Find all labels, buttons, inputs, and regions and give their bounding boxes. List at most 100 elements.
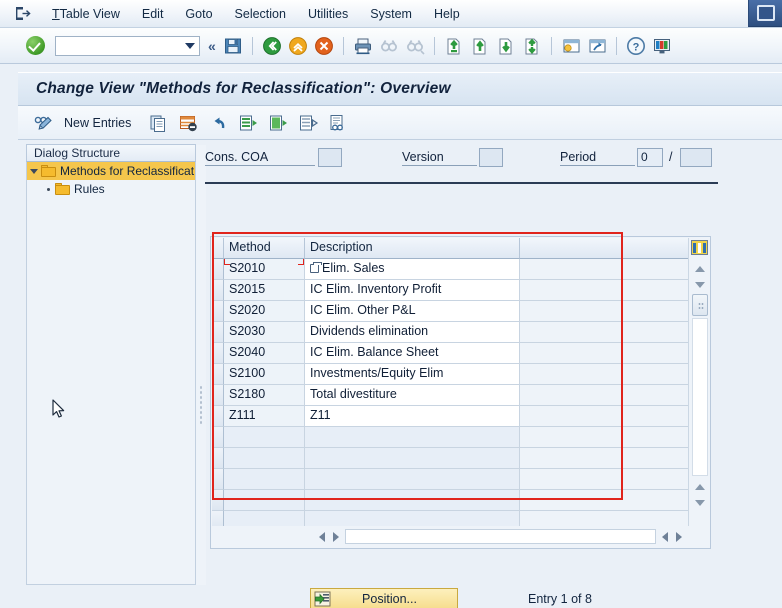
scroll-left-page-icon[interactable] bbox=[658, 530, 672, 543]
details-icon[interactable] bbox=[327, 112, 351, 134]
menu-item-system[interactable]: System bbox=[359, 5, 423, 23]
cell-method[interactable]: S2030 bbox=[224, 322, 305, 343]
row-selector[interactable] bbox=[212, 385, 224, 406]
row-selector[interactable] bbox=[212, 301, 224, 322]
row-selector[interactable] bbox=[212, 364, 224, 385]
cell-description[interactable]: Z11 bbox=[305, 406, 520, 427]
table-row-empty[interactable] bbox=[212, 448, 689, 469]
display-change-glasses-pencil-icon[interactable] bbox=[32, 112, 56, 134]
table-row[interactable]: S2100 Investments/Equity Elim bbox=[212, 364, 689, 385]
select-block-icon[interactable] bbox=[267, 112, 291, 134]
first-page-icon[interactable] bbox=[443, 35, 465, 57]
row-selector[interactable] bbox=[212, 280, 224, 301]
help-icon[interactable]: ? bbox=[625, 35, 647, 57]
menu-item-selection[interactable]: Selection bbox=[224, 5, 297, 23]
column-header-method[interactable]: Method bbox=[224, 238, 305, 259]
cell-method[interactable] bbox=[224, 469, 305, 490]
double-chevron-left-icon[interactable]: « bbox=[208, 38, 216, 54]
print-icon[interactable] bbox=[352, 35, 374, 57]
menu-item-goto[interactable]: Goto bbox=[174, 5, 223, 23]
cell-description[interactable] bbox=[305, 427, 520, 448]
command-field[interactable] bbox=[55, 35, 200, 56]
cell-method[interactable]: S2040 bbox=[224, 343, 305, 364]
scroll-up-page-icon[interactable] bbox=[692, 480, 707, 493]
exit-up-icon[interactable] bbox=[287, 35, 309, 57]
copy-as-icon[interactable] bbox=[147, 112, 171, 134]
table-settings-icon[interactable] bbox=[691, 240, 708, 255]
cell-description[interactable] bbox=[305, 490, 520, 511]
table-row[interactable]: S2015 IC Elim. Inventory Profit bbox=[212, 280, 689, 301]
scroll-down-page-icon[interactable] bbox=[692, 496, 707, 509]
find-next-icon[interactable] bbox=[404, 35, 426, 57]
table-row[interactable]: S2030 Dividends elimination bbox=[212, 322, 689, 343]
cell-method[interactable]: S2010 bbox=[224, 259, 305, 280]
position-button[interactable]: Position... bbox=[310, 588, 458, 608]
row-selector[interactable] bbox=[212, 322, 224, 343]
cell-description[interactable] bbox=[305, 511, 520, 526]
version-input[interactable] bbox=[479, 148, 503, 167]
row-selector[interactable] bbox=[212, 490, 224, 511]
cell-method[interactable]: S2100 bbox=[224, 364, 305, 385]
row-selector[interactable] bbox=[212, 511, 224, 526]
menu-item-utilities[interactable]: Utilities bbox=[297, 5, 359, 23]
cell-description[interactable]: IC Elim. Balance Sheet bbox=[305, 343, 520, 364]
last-page-icon[interactable] bbox=[521, 35, 543, 57]
table-row[interactable]: S2020 IC Elim. Other P&L bbox=[212, 301, 689, 322]
select-all-column-header[interactable] bbox=[212, 238, 224, 259]
cell-description[interactable]: Elim. Sales bbox=[305, 259, 520, 280]
save-icon[interactable] bbox=[222, 35, 244, 57]
table-row-empty[interactable] bbox=[212, 490, 689, 511]
scroll-right-icon[interactable] bbox=[329, 530, 343, 543]
deselect-all-icon[interactable] bbox=[297, 112, 321, 134]
previous-page-icon[interactable] bbox=[469, 35, 491, 57]
triangle-down-icon[interactable] bbox=[27, 168, 41, 174]
exit-icon[interactable] bbox=[14, 6, 31, 21]
cell-method[interactable]: Z111 bbox=[224, 406, 305, 427]
cell-description[interactable]: IC Elim. Other P&L bbox=[305, 301, 520, 322]
row-selector[interactable] bbox=[212, 406, 224, 427]
menu-item-help[interactable]: Help bbox=[423, 5, 471, 23]
cell-method[interactable] bbox=[224, 490, 305, 511]
select-all-icon[interactable] bbox=[237, 112, 261, 134]
scroll-down-icon[interactable] bbox=[692, 278, 707, 291]
period-to-input[interactable] bbox=[680, 148, 712, 167]
cell-method[interactable]: S2180 bbox=[224, 385, 305, 406]
undo-icon[interactable] bbox=[207, 112, 231, 134]
create-shortcut-icon[interactable] bbox=[586, 35, 608, 57]
row-selector[interactable] bbox=[212, 259, 224, 280]
row-selector[interactable] bbox=[212, 343, 224, 364]
value-help-icon[interactable] bbox=[310, 262, 322, 273]
vertical-scroll-track[interactable] bbox=[692, 318, 708, 476]
table-row-empty[interactable] bbox=[212, 469, 689, 490]
cell-description[interactable]: Total divestiture bbox=[305, 385, 520, 406]
horizontal-scroll-track[interactable] bbox=[345, 529, 656, 544]
table-row[interactable]: S2040 IC Elim. Balance Sheet bbox=[212, 343, 689, 364]
cancel-icon[interactable] bbox=[313, 35, 335, 57]
row-selector[interactable] bbox=[212, 427, 224, 448]
table-row-empty[interactable] bbox=[212, 427, 689, 448]
table-horizontal-scrollbar[interactable] bbox=[212, 526, 689, 547]
splitter-grip-icon[interactable] bbox=[199, 385, 203, 425]
green-check-enter-icon[interactable] bbox=[26, 36, 45, 55]
period-input[interactable]: 0 bbox=[637, 148, 663, 167]
customize-layout-icon[interactable] bbox=[651, 35, 673, 57]
row-selector[interactable] bbox=[212, 469, 224, 490]
row-selector[interactable] bbox=[212, 448, 224, 469]
next-page-icon[interactable] bbox=[495, 35, 517, 57]
sidebar-item-methods-for-reclassification[interactable]: Methods for Reclassificat bbox=[27, 162, 195, 180]
new-entries-button[interactable]: New Entries bbox=[64, 116, 131, 130]
cell-method[interactable] bbox=[224, 427, 305, 448]
scroll-up-icon[interactable] bbox=[692, 262, 707, 275]
cell-description[interactable]: Dividends elimination bbox=[305, 322, 520, 343]
table-row[interactable]: Z111 Z11 bbox=[212, 406, 689, 427]
vertical-scroll-thumb[interactable] bbox=[692, 294, 708, 316]
table-row[interactable]: S2180 Total divestiture bbox=[212, 385, 689, 406]
cell-description[interactable]: IC Elim. Inventory Profit bbox=[305, 280, 520, 301]
find-icon[interactable] bbox=[378, 35, 400, 57]
panel-splitter[interactable] bbox=[196, 145, 206, 585]
sidebar-item-rules[interactable]: Rules bbox=[27, 180, 195, 198]
cell-method[interactable] bbox=[224, 511, 305, 526]
scroll-right-page-icon[interactable] bbox=[672, 530, 686, 543]
cell-description[interactable] bbox=[305, 448, 520, 469]
cons-coa-input[interactable] bbox=[318, 148, 342, 167]
